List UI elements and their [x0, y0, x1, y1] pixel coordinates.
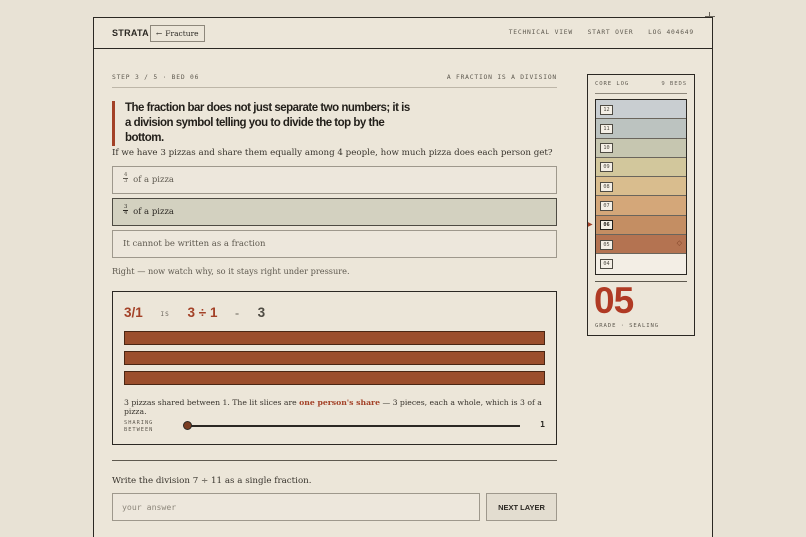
app-frame: STRATA ← Fracture TECHNICAL VIEW START OV…	[93, 17, 713, 537]
answer-option-not-fraction[interactable]: It cannot be written as a fraction	[112, 230, 557, 258]
divider	[112, 460, 557, 461]
step-indicator: STEP 3 / 5 · BED 06 A FRACTION IS A DIVI…	[112, 74, 557, 88]
technical-view-link[interactable]: TECHNICAL VIEW	[509, 29, 573, 36]
slider-label: SHARING BETWEEN	[124, 420, 153, 434]
slider-label-line: BETWEEN	[124, 427, 154, 433]
fraction-denominator: 3	[124, 178, 128, 184]
slider-value: 1	[540, 420, 545, 429]
question-text: If we have 3 pizzas and share them equal…	[112, 148, 553, 158]
option-fraction: 43	[123, 172, 129, 184]
step-topic: A FRACTION IS A DIVISION	[446, 74, 557, 81]
layer-number-tag: 12	[600, 104, 613, 115]
equation-equals: =	[235, 310, 240, 318]
sharing-slider-thumb[interactable]	[183, 421, 192, 430]
key-idea-callout: The fraction bar does not just separate …	[112, 101, 412, 146]
core-log-count: 9 BEDS	[661, 81, 687, 87]
sealed-diamond-icon: ◇	[676, 239, 682, 248]
pizza-bars	[124, 331, 545, 391]
fracture-back-button[interactable]: ← Fracture	[150, 25, 205, 42]
layer-number-tag: 08	[600, 181, 613, 192]
pizza-bar	[124, 331, 545, 345]
core-layer-07[interactable]: 07	[596, 196, 686, 216]
fraction-denominator: 4	[124, 210, 128, 216]
equation-result: 3	[257, 304, 266, 320]
layer-number-tag: 05	[600, 239, 613, 250]
log-id-label: LOG 404649	[648, 29, 694, 36]
feedback-text: Right — now watch why, so it stays right…	[112, 266, 350, 276]
layer-number-tag: 07	[600, 200, 613, 211]
core-layer-09[interactable]: 09	[596, 157, 686, 178]
brand-logo: STRATA	[112, 28, 149, 38]
current-layer-marker-icon: ▶	[588, 220, 593, 228]
core-layer-12[interactable]: 12	[596, 100, 686, 120]
slider-label-line: SHARING	[124, 420, 154, 426]
core-layer-05[interactable]: 05 ◇	[596, 235, 686, 255]
answer-option-3-4[interactable]: 34 of a pizza	[112, 198, 557, 226]
next-layer-button[interactable]: NEXT LAYER	[486, 493, 557, 521]
option-fraction: 34	[123, 204, 129, 216]
answer-input[interactable]	[112, 493, 480, 521]
sharing-slider-track[interactable]	[188, 425, 520, 427]
core-log-panel: CORE LOG 9 BEDS 12 11 10 09 08 07 06 ▶ 05 ◇ 04 05 …	[587, 74, 695, 336]
core-layer-11[interactable]: 11	[596, 119, 686, 139]
task-prompt: Write the division 7 ÷ 11 as a single fr…	[112, 476, 312, 486]
grade-number: 05	[594, 280, 634, 321]
pizza-bar	[124, 351, 545, 365]
core-log-title: CORE LOG	[595, 81, 630, 87]
grade-label: GRADE · SEALING	[595, 323, 660, 329]
equation-is-word: IS	[160, 310, 170, 318]
core-layer-10[interactable]: 10	[596, 138, 686, 158]
demo-explanation: 3 pizzas shared between 1. The lit slice…	[124, 398, 556, 416]
core-layer-06[interactable]: 06 ▶	[588, 215, 686, 236]
core-layer-08[interactable]: 08	[596, 177, 686, 197]
layer-number-tag: 10	[600, 143, 613, 154]
equation-division: 3 ÷ 1	[187, 304, 218, 320]
top-nav: TECHNICAL VIEW START OVER LOG 404649	[499, 29, 694, 36]
core-layer-04[interactable]: 04	[596, 254, 686, 274]
equation-fraction: 3/1	[124, 304, 143, 320]
option-label: It cannot be written as a fraction	[123, 239, 266, 249]
layer-number-tag: 09	[600, 162, 613, 173]
core-column: 12 11 10 09 08 07 06 ▶ 05 ◇ 04	[588, 99, 687, 275]
layer-number-tag: 11	[600, 123, 613, 134]
step-label: STEP 3 / 5 · BED 06	[112, 74, 200, 81]
top-bar: STRATA ← Fracture TECHNICAL VIEW START OV…	[94, 18, 712, 49]
explain-highlight: one person's share	[299, 398, 380, 407]
division-demo-panel: 3/1 IS 3 ÷ 1 = 3 3 pizzas shared between…	[112, 291, 557, 445]
option-label: of a pizza	[133, 175, 174, 185]
arrow-left-icon: ←	[156, 29, 163, 38]
pizza-bar	[124, 371, 545, 385]
option-label: of a pizza	[133, 207, 174, 217]
explain-text: 3 pizzas shared between 1. The lit slice…	[124, 398, 297, 407]
layer-number-tag: 06	[600, 220, 613, 231]
equation: 3/1 IS 3 ÷ 1 = 3	[124, 304, 265, 320]
layer-number-tag: 04	[600, 258, 613, 269]
answer-option-4-3[interactable]: 43 of a pizza	[112, 166, 557, 194]
back-button-label: Fracture	[165, 29, 199, 38]
start-over-link[interactable]: START OVER	[588, 29, 634, 36]
core-log-header: CORE LOG 9 BEDS	[595, 81, 687, 94]
